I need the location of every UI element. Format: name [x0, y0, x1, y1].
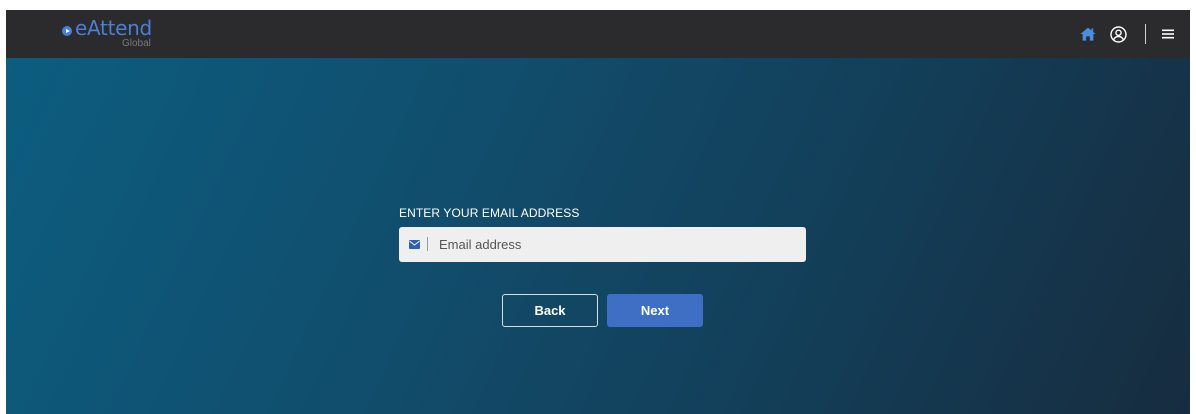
email-input-group[interactable]: [399, 227, 806, 262]
home-icon[interactable]: [1080, 27, 1096, 41]
top-navigation-bar: eAttend Global: [6, 10, 1190, 58]
input-divider: [427, 237, 428, 251]
nav-divider: [1145, 24, 1146, 44]
next-button[interactable]: Next: [607, 294, 703, 327]
envelope-icon: [409, 240, 420, 249]
logo-text: eAttend: [75, 16, 152, 40]
user-circle-icon[interactable]: [1110, 25, 1127, 43]
logo-subtitle: Global: [122, 38, 151, 49]
email-prompt-label: ENTER YOUR EMAIL ADDRESS: [399, 206, 580, 220]
nav-icon-group: [1080, 10, 1174, 58]
back-button[interactable]: Back: [502, 294, 598, 327]
hamburger-menu-icon[interactable]: [1162, 29, 1174, 39]
app-frame: eAttend Global ENTER YOUR EMAIL ADDRESS: [6, 10, 1190, 414]
play-circle-icon: [62, 26, 72, 36]
email-address-input[interactable]: [439, 227, 799, 262]
login-hero-panel: ENTER YOUR EMAIL ADDRESS Back Next: [6, 58, 1190, 414]
